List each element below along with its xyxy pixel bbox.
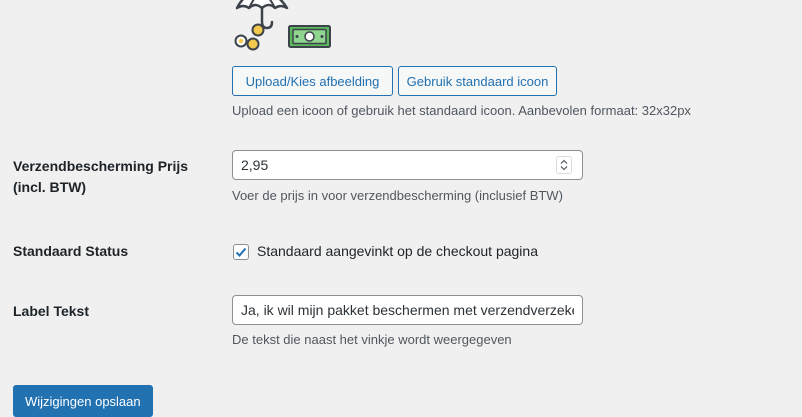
checkbox-label[interactable]: Standaard aangevinkt op de checkout pagi… — [257, 243, 538, 259]
price-input[interactable] — [232, 150, 583, 180]
price-description: Voer de prijs in voor verzendbescherming… — [232, 188, 563, 203]
status-label: Standaard Status — [13, 243, 129, 259]
label-text-label: Label Tekst — [13, 303, 89, 319]
shipping-protection-icon — [231, 0, 335, 52]
price-label: Verzendbescherming Prijs (incl. BTW) — [13, 158, 189, 195]
use-default-icon-button[interactable]: Gebruik standaard icoon — [398, 66, 557, 96]
icon-description: Upload een icoon of gebruik het standaar… — [232, 103, 691, 118]
chevron-up-down-icon — [560, 159, 568, 171]
label-text-input[interactable] — [232, 295, 583, 325]
price-stepper[interactable] — [556, 156, 572, 174]
label-text-description: De tekst die naast het vinkje wordt weer… — [232, 332, 512, 347]
save-changes-button[interactable]: Wijzigingen opslaan — [13, 385, 153, 417]
default-checked-checkbox[interactable] — [233, 244, 249, 260]
upload-image-button[interactable]: Upload/Kies afbeelding — [232, 66, 393, 96]
checkmark-icon — [235, 247, 247, 257]
